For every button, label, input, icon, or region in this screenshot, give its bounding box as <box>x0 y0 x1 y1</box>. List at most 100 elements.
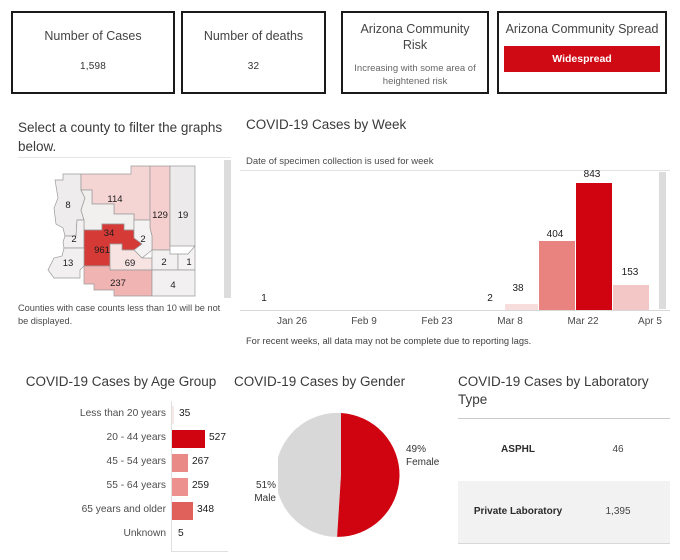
bar-value-label: 404 <box>546 229 564 240</box>
age-group-row[interactable]: 20 - 44 years 527 <box>0 427 228 451</box>
x-axis-tick: Mar 22 <box>567 316 599 327</box>
gender-pie-wrap <box>275 412 404 543</box>
age-group-bar[interactable] <box>172 526 173 544</box>
svg-text:129: 129 <box>152 210 168 221</box>
status-badge-widespread: Widespread <box>504 46 660 72</box>
svg-text:114: 114 <box>107 194 122 205</box>
pie-label-female: 49% Female <box>406 443 439 469</box>
pie-label-male-name: Male <box>254 493 276 504</box>
lab-count-cell: 46 <box>612 444 624 455</box>
age-group-label: Unknown <box>123 528 166 539</box>
svg-text:8: 8 <box>65 200 70 211</box>
cases-by-age-group-panel: COVID-19 Cases by Age Group Less than 20… <box>0 365 228 560</box>
kpi-risk-description: Increasing with some area of heightened … <box>354 63 476 87</box>
lab-name-cell: Private Laboratory <box>473 506 563 517</box>
age-group-row[interactable]: 45 - 54 years 267 <box>0 451 228 475</box>
svg-text:2: 2 <box>71 234 76 245</box>
kpi-title: Number of deaths <box>203 29 304 43</box>
kpi-title: Arizona Community Risk <box>360 22 470 52</box>
svg-text:237: 237 <box>110 278 126 289</box>
kpi-title: Number of Cases <box>44 29 142 43</box>
age-group-row[interactable]: 65 years and older 348 <box>0 499 228 523</box>
bar-week-apr-5[interactable] <box>613 285 649 311</box>
svg-text:69: 69 <box>125 258 136 269</box>
county-shape-apache <box>169 165 196 247</box>
kpi-value: 32 <box>247 61 260 72</box>
cases-by-week-subtitle: Date of specimen collection is used for … <box>246 156 434 167</box>
cases-by-gender-panel: COVID-19 Cases by Gender 49% Female 51% … <box>228 365 450 560</box>
age-group-label: 65 years and older <box>81 504 166 515</box>
age-group-value: 348 <box>197 504 214 515</box>
age-group-row[interactable]: Unknown 5 <box>0 523 228 547</box>
cases-by-week-footnote: For recent weeks, all data may not be co… <box>246 336 532 346</box>
svg-text:34: 34 <box>104 228 115 239</box>
pie-label-male-percent: 51% <box>255 480 276 491</box>
svg-text:19: 19 <box>178 210 189 221</box>
pie-label-male: 51% Male <box>230 479 276 505</box>
bar-value-label: 843 <box>583 169 601 180</box>
svg-text:2: 2 <box>140 234 145 245</box>
lab-count-cell: 1,395 <box>605 506 631 517</box>
age-group-bar[interactable] <box>172 430 205 448</box>
kpi-card-number-of-deaths[interactable]: Number of deaths 32 <box>181 11 326 94</box>
map-vertical-scrollbar[interactable] <box>224 160 231 298</box>
svg-text:4: 4 <box>170 280 175 291</box>
week-chart-vertical-scrollbar[interactable] <box>659 172 666 309</box>
cases-by-laboratory-type-title: COVID-19 Cases by Laboratory Type <box>458 374 649 407</box>
pie-slice-male <box>275 412 341 537</box>
county-map-panel: Select a county to filter the graphs bel… <box>0 108 238 360</box>
age-group-label: 45 - 54 years <box>106 456 166 467</box>
age-group-bar[interactable] <box>172 502 193 520</box>
age-group-value: 527 <box>209 432 226 443</box>
age-group-row[interactable]: Less than 20 years 35 <box>0 403 228 427</box>
kpi-card-row: Number of Cases 1,598 Number of deaths 3… <box>0 0 680 108</box>
cases-by-week-title: COVID-19 Cases by Week <box>246 117 407 132</box>
pie-slice-female <box>337 413 400 537</box>
svg-text:2: 2 <box>161 257 166 268</box>
table-row[interactable]: ASPHL 46 <box>458 419 670 481</box>
age-group-bar[interactable] <box>172 406 174 424</box>
kpi-card-arizona-community-risk[interactable]: Arizona Community Risk Increasing with s… <box>341 11 489 94</box>
cases-by-age-group-title: COVID-19 Cases by Age Group <box>25 374 217 389</box>
age-group-value: 5 <box>178 528 184 539</box>
bar-week-mar-29[interactable] <box>576 183 612 311</box>
age-chart-bottom-line <box>171 551 228 552</box>
age-group-value: 267 <box>192 456 209 467</box>
svg-text:13: 13 <box>63 258 74 269</box>
svg-text:1: 1 <box>186 257 191 268</box>
map-instruction-text: Select a county to filter the graphs bel… <box>18 120 223 154</box>
cases-by-laboratory-type-panel: COVID-19 Cases by Laboratory Type ASPHL … <box>450 365 680 560</box>
lab-table: ASPHL 46 Private Laboratory 1,395 <box>458 419 670 543</box>
cases-by-gender-title: COVID-19 Cases by Gender <box>234 374 406 389</box>
kpi-card-number-of-cases[interactable]: Number of Cases 1,598 <box>11 11 175 94</box>
age-group-row[interactable]: 55 - 64 years 259 <box>0 475 228 499</box>
bar-week-mar-22[interactable] <box>539 241 575 311</box>
cases-by-week-plot-area: 1 2 38 404 843 153 <box>240 169 670 311</box>
lab-name-cell: ASPHL <box>501 444 535 455</box>
kpi-card-arizona-community-spread[interactable]: Arizona Community Spread Widespread <box>497 11 667 94</box>
x-axis-tick: Mar 8 <box>497 316 523 327</box>
x-axis-tick: Feb 9 <box>351 316 377 327</box>
pie-label-female-percent: 49% <box>406 444 427 455</box>
bar-value-label: 1 <box>261 293 267 304</box>
age-group-label: 20 - 44 years <box>106 432 166 443</box>
kpi-title: Arizona Community Spread <box>505 22 659 36</box>
age-group-label: 55 - 64 years <box>106 480 166 491</box>
pie-label-female-name: Female <box>406 457 440 468</box>
cases-by-week-panel: COVID-19 Cases by Week Date of specimen … <box>238 108 680 360</box>
age-group-rows: Less than 20 years 35 20 - 44 years 527 … <box>0 403 228 547</box>
age-group-bar[interactable] <box>172 454 188 472</box>
lab-table-bottom-rule <box>458 543 670 544</box>
age-group-value: 35 <box>179 408 191 419</box>
bar-value-label: 2 <box>487 293 493 304</box>
age-group-label: Less than 20 years <box>79 408 166 419</box>
age-group-bar[interactable] <box>172 478 188 496</box>
table-row[interactable]: Private Laboratory 1,395 <box>458 481 670 543</box>
svg-text:961: 961 <box>94 245 110 256</box>
gender-pie-chart[interactable] <box>275 412 404 538</box>
arizona-map-frame[interactable]: 8 114 129 19 34 2 961 2 13 69 2 1 237 4 <box>18 157 231 298</box>
arizona-county-map[interactable]: 8 114 129 19 34 2 961 2 13 69 2 1 237 4 <box>18 158 231 298</box>
bar-value-label: 38 <box>512 283 524 294</box>
cases-by-week-x-axis: Jan 26 Feb 9 Feb 23 Mar 8 Mar 22 Apr 5 <box>240 310 670 331</box>
bar-value-label: 153 <box>621 267 639 278</box>
